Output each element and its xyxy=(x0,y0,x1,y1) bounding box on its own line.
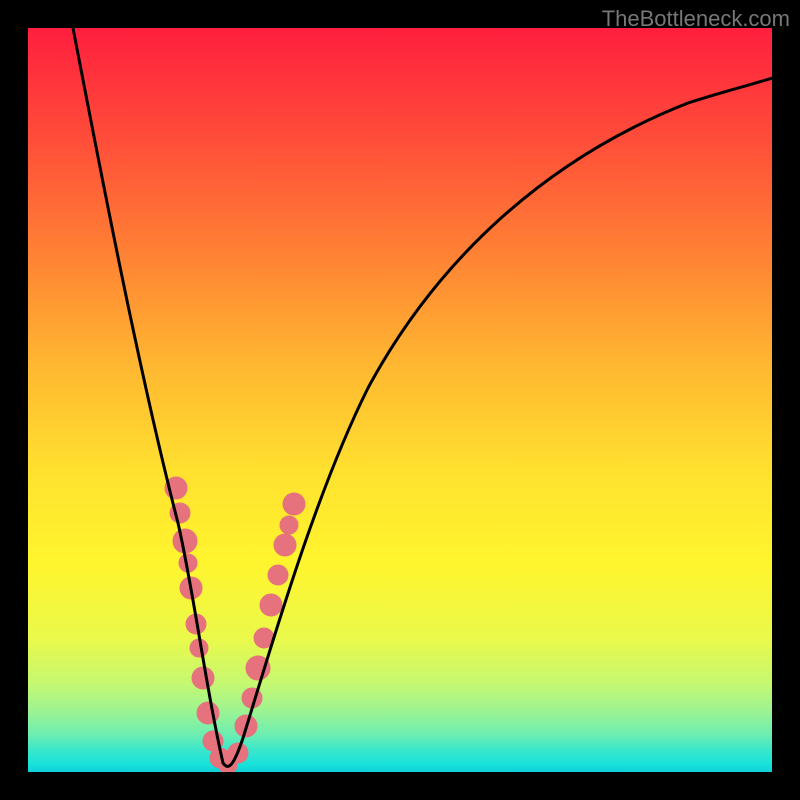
highlight-beads xyxy=(165,477,305,772)
chart-frame: TheBottleneck.com xyxy=(0,0,800,800)
bottleneck-curve xyxy=(73,28,772,766)
plot-area xyxy=(28,28,772,772)
watermark-text: TheBottleneck.com xyxy=(602,6,790,32)
chart-svg xyxy=(28,28,772,772)
